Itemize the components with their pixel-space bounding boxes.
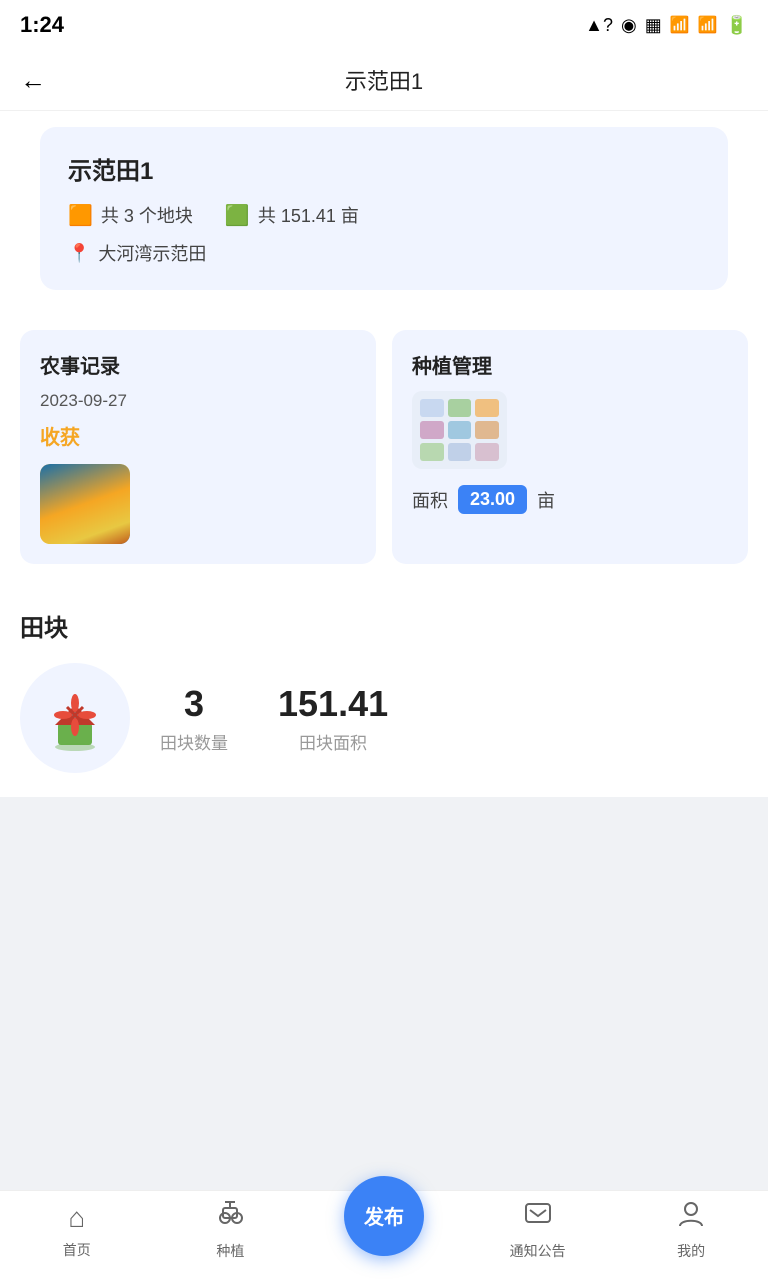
field-icon-circle (20, 663, 130, 773)
battery-icon: 🔋 (726, 15, 748, 36)
planting-icon-9 (475, 443, 499, 461)
sim-icon: ▦ (645, 15, 662, 36)
planting-icon-5 (448, 421, 472, 439)
field-plot-count-label: 田块数量 (160, 729, 228, 754)
mine-icon (678, 1200, 704, 1235)
nav-label-notice: 通知公告 (510, 1241, 566, 1261)
profile-icon: ◉ (621, 15, 637, 36)
farm-name: 示范田1 (68, 151, 700, 186)
wifi-x-icon: 📶 (670, 15, 690, 35)
nav-item-publish[interactable]: 发布 (307, 1206, 461, 1256)
planting-icon (215, 1200, 245, 1235)
field-plot-count-num: 3 (160, 683, 228, 725)
header: ← 示范田1 (0, 50, 768, 111)
page-title: 示范田1 (345, 64, 423, 96)
plots-icon: 🟧 (68, 203, 93, 228)
home-icon: ⌂ (68, 1202, 85, 1234)
field-plot-area-label: 田块面积 (278, 729, 388, 754)
status-icons: ▲? ◉ ▦ 📶 📶 🔋 (585, 15, 748, 36)
planting-icon-3 (475, 399, 499, 417)
nav-item-home[interactable]: ⌂ 首页 (0, 1202, 154, 1260)
record-date: 2023-09-27 (40, 391, 356, 411)
field-stats: 3 田块数量 151.41 田块面积 (160, 683, 388, 754)
records-section: 农事记录 2023-09-27 收获 种植管理 (0, 310, 768, 584)
planting-icon-4 (420, 421, 444, 439)
planting-icon-2 (448, 399, 472, 417)
planting-icon-7 (420, 443, 444, 461)
planting-title: 种植管理 (412, 350, 728, 379)
nav-label-mine: 我的 (677, 1241, 705, 1261)
status-time: 1:24 (20, 12, 64, 38)
planting-icons-grid (420, 399, 499, 461)
status-bar: 1:24 ▲? ◉ ▦ 📶 📶 🔋 (0, 0, 768, 50)
planting-icon-6 (475, 421, 499, 439)
field-row: 3 田块数量 151.41 田块面积 (20, 663, 748, 773)
location-icon: 📍 (68, 243, 90, 264)
nav-item-planting[interactable]: 种植 (154, 1200, 308, 1261)
planting-icon-8 (448, 443, 472, 461)
record-tag: 收获 (40, 421, 356, 450)
planting-icon-1 (420, 399, 444, 417)
publish-label: 发布 (364, 1201, 404, 1230)
area-label: 共 151.41 亩 (258, 202, 359, 228)
back-button[interactable]: ← (20, 65, 46, 96)
farm-info-section: 示范田1 🟧 共 3 个地块 🟩 共 151.41 亩 📍 大河湾示范田 (0, 111, 768, 310)
location-row: 📍 大河湾示范田 (68, 240, 700, 266)
area-stat: 🟩 共 151.41 亩 (225, 202, 359, 228)
record-title: 农事记录 (40, 350, 356, 379)
plots-label: 共 3 个地块 (101, 202, 193, 228)
field-plot-count: 3 田块数量 (160, 683, 228, 754)
field-plot-area-num: 151.41 (278, 683, 388, 725)
records-grid: 农事记录 2023-09-27 收获 种植管理 (20, 330, 748, 564)
area-icon: 🟩 (225, 203, 250, 228)
signal-icon: 📶 (698, 15, 718, 35)
location-text: 大河湾示范田 (98, 240, 206, 266)
publish-button[interactable]: 发布 (344, 1176, 424, 1256)
planting-management-card[interactable]: 种植管理 面积 (392, 330, 748, 564)
nav-label-home: 首页 (63, 1240, 91, 1260)
planting-area-row: 面积 23.00 亩 (412, 485, 728, 514)
planting-icons-area (412, 391, 507, 469)
wifi-icon: ▲? (585, 15, 613, 36)
field-section-title: 田块 (20, 608, 748, 643)
area-unit: 亩 (537, 487, 555, 513)
plots-stat: 🟧 共 3 个地块 (68, 202, 193, 228)
agriculture-record-card[interactable]: 农事记录 2023-09-27 收获 (20, 330, 376, 564)
record-image (40, 464, 130, 544)
notice-icon (524, 1200, 552, 1235)
nav-label-planting: 种植 (216, 1241, 244, 1261)
farm-info-card: 示范田1 🟧 共 3 个地块 🟩 共 151.41 亩 📍 大河湾示范田 (40, 127, 728, 290)
area-label-text: 面积 (412, 487, 448, 513)
nav-item-mine[interactable]: 我的 (614, 1200, 768, 1261)
nav-item-notice[interactable]: 通知公告 (461, 1200, 615, 1261)
record-image-inner (40, 464, 130, 544)
farm-stats: 🟧 共 3 个地块 🟩 共 151.41 亩 (68, 202, 700, 228)
area-badge: 23.00 (458, 485, 527, 514)
main-content: 示范田1 🟧 共 3 个地块 🟩 共 151.41 亩 📍 大河湾示范田 (0, 111, 768, 897)
field-section: 田块 (0, 584, 768, 797)
field-plot-area: 151.41 田块面积 (278, 683, 388, 754)
bottom-nav: ⌂ 首页 种植 发布 通知公告 (0, 1190, 768, 1280)
windmill-icon (40, 683, 110, 753)
